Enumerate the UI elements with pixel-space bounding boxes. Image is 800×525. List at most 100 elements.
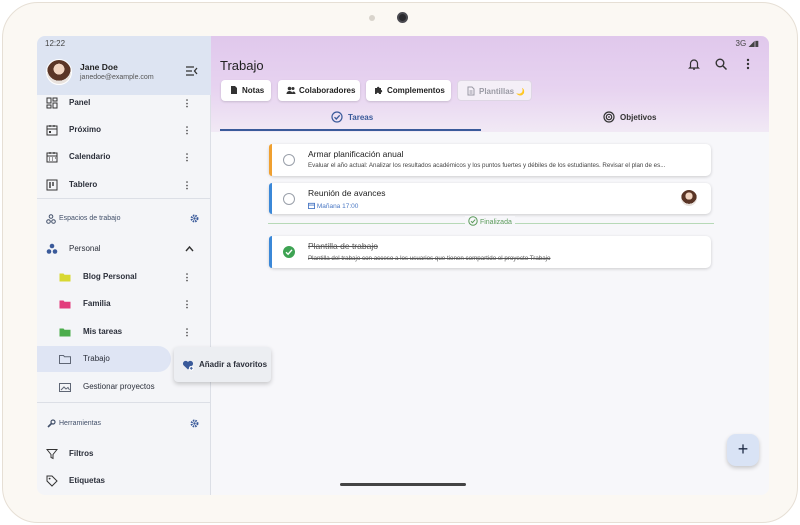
folder-icon: [59, 273, 71, 282]
main-panel: 3G ◢▮ Trabajo Notas Colaboradores Comple…: [211, 36, 769, 495]
tool-etiquetas[interactable]: Etiquetas: [37, 468, 211, 494]
task-checkbox[interactable]: [283, 193, 295, 205]
task-checkbox-checked[interactable]: [283, 246, 295, 258]
tools-header: Herramientas: [37, 414, 211, 434]
puzzle-icon: [375, 86, 383, 94]
more-vert-icon[interactable]: [741, 57, 755, 71]
calendar-icon: [308, 202, 315, 209]
check-icon: [285, 249, 293, 256]
status-time: 12:22: [45, 39, 66, 48]
template-icon: [467, 86, 475, 96]
more-options-icon[interactable]: ⋮: [182, 97, 192, 109]
nav-item-proximo[interactable]: Próximo ⋮: [37, 117, 211, 143]
note-icon: [231, 86, 237, 94]
priority-bar: [269, 144, 272, 176]
tab-label: Tareas: [348, 113, 374, 122]
gear-icon[interactable]: [189, 418, 200, 429]
section-title: Espacios de trabajo: [59, 215, 121, 222]
nav-item-tablero[interactable]: Tablero ⋮: [37, 172, 211, 198]
nav-label: Calendario: [69, 152, 111, 161]
sensor-dot: [369, 15, 375, 21]
folder-trabajo[interactable]: Trabajo: [37, 346, 171, 372]
bell-icon[interactable]: [687, 57, 701, 71]
due-text: Mañana 17:00: [316, 203, 359, 210]
priority-bar: [269, 236, 272, 268]
priority-bar: [269, 183, 272, 214]
tool-filtros[interactable]: Filtros: [37, 441, 211, 467]
divider: [37, 402, 211, 403]
calendar-day-icon: [46, 125, 58, 136]
target-icon: [603, 111, 615, 123]
more-options-icon[interactable]: ⋮: [182, 271, 192, 283]
chip-label: Notas: [242, 86, 265, 95]
due-date: Mañana 17:00: [308, 202, 358, 210]
task-card[interactable]: Reunión de avances Mañana 17:00: [269, 183, 711, 214]
wrench-icon: [47, 419, 56, 428]
chip-label: Plantillas 🌙: [479, 87, 525, 96]
nav-label: Tablero: [69, 180, 98, 189]
app-screen: 12:22 Jane Doe janedoe@example.com Panel…: [37, 36, 769, 495]
image-folder-icon: [59, 383, 71, 392]
workspace-icon: [46, 243, 58, 254]
tool-label: Filtros: [69, 449, 94, 458]
filter-icon: [46, 449, 58, 460]
folder-label: Gestionar proyectos: [83, 382, 155, 391]
task-title: Plantilla de trabajo: [308, 241, 378, 251]
tool-label: Etiquetas: [69, 476, 106, 485]
chip-label: Complementos: [387, 86, 445, 95]
more-options-icon[interactable]: ⋮: [182, 151, 192, 163]
completed-label: Finalizada: [465, 216, 515, 230]
task-title: Armar planificación anual: [308, 149, 404, 159]
folder-label: Blog Personal: [83, 272, 137, 281]
more-options-icon[interactable]: ⋮: [182, 124, 192, 136]
chevron-up-icon[interactable]: [185, 245, 194, 253]
gear-icon[interactable]: [189, 213, 200, 224]
nav-item-calendario[interactable]: Calendario ⋮: [37, 144, 211, 170]
nav-item-panel[interactable]: Panel ⋮: [37, 90, 211, 116]
heart-add-icon: [182, 360, 194, 371]
task-card[interactable]: Armar planificación anual Evaluar el año…: [269, 144, 711, 176]
tab-label: Objetivos: [620, 113, 657, 122]
home-indicator[interactable]: [340, 483, 466, 486]
folder-mis-tareas[interactable]: Mis tareas ⋮: [37, 319, 211, 345]
nav-label: Próximo: [69, 125, 102, 134]
more-options-icon[interactable]: ⋮: [182, 326, 192, 338]
add-favorites-option[interactable]: Añadir a favoritos: [199, 360, 267, 369]
chip-label: Colaboradores: [299, 86, 356, 95]
search-icon[interactable]: [714, 57, 728, 71]
chip-notas[interactable]: Notas: [221, 80, 271, 101]
folder-blog-personal[interactable]: Blog Personal ⋮: [37, 264, 211, 290]
context-menu: Añadir a favoritos: [174, 347, 271, 382]
workspace-label: Personal: [69, 244, 101, 253]
assignee-avatar[interactable]: [680, 189, 698, 207]
chip-complementos[interactable]: Complementos: [366, 80, 451, 101]
check-circle-icon: [468, 216, 478, 226]
workspace-personal[interactable]: Personal: [37, 236, 211, 262]
dashboard-icon: [46, 97, 58, 109]
avatar[interactable]: [46, 59, 72, 85]
chip-colaboradores[interactable]: Colaboradores: [278, 80, 360, 101]
folder-label: Familia: [83, 299, 111, 308]
project-header: 3G ◢▮ Trabajo Notas Colaboradores Comple…: [211, 36, 769, 132]
user-email: janedoe@example.com: [80, 74, 154, 81]
divider: [37, 198, 211, 199]
tab-objetivos[interactable]: Objetivos: [498, 106, 759, 132]
more-options-icon[interactable]: ⋮: [182, 179, 192, 191]
task-card-completed[interactable]: Plantilla de trabajo Plantilla del traba…: [269, 236, 711, 268]
add-task-button[interactable]: +: [727, 434, 759, 466]
sidebar: 12:22 Jane Doe janedoe@example.com Panel…: [37, 36, 211, 495]
front-camera: [397, 12, 408, 23]
more-options-icon[interactable]: ⋮: [182, 298, 192, 310]
collapse-menu-icon[interactable]: [185, 65, 199, 77]
section-title: Herramientas: [59, 420, 102, 427]
folder-familia[interactable]: Familia ⋮: [37, 291, 211, 317]
chip-text: Plantillas: [479, 87, 515, 96]
folder-label: Mis tareas: [83, 327, 123, 336]
task-checkbox[interactable]: [283, 154, 295, 166]
people-icon: [286, 86, 296, 94]
chip-plantillas[interactable]: Plantillas 🌙: [457, 80, 532, 101]
user-name: Jane Doe: [80, 62, 118, 72]
sidebar-header: 12:22 Jane Doe janedoe@example.com: [37, 36, 211, 95]
folder-label: Trabajo: [83, 354, 110, 363]
task-description: Evaluar el año actual: Analizar los resu…: [308, 162, 666, 169]
